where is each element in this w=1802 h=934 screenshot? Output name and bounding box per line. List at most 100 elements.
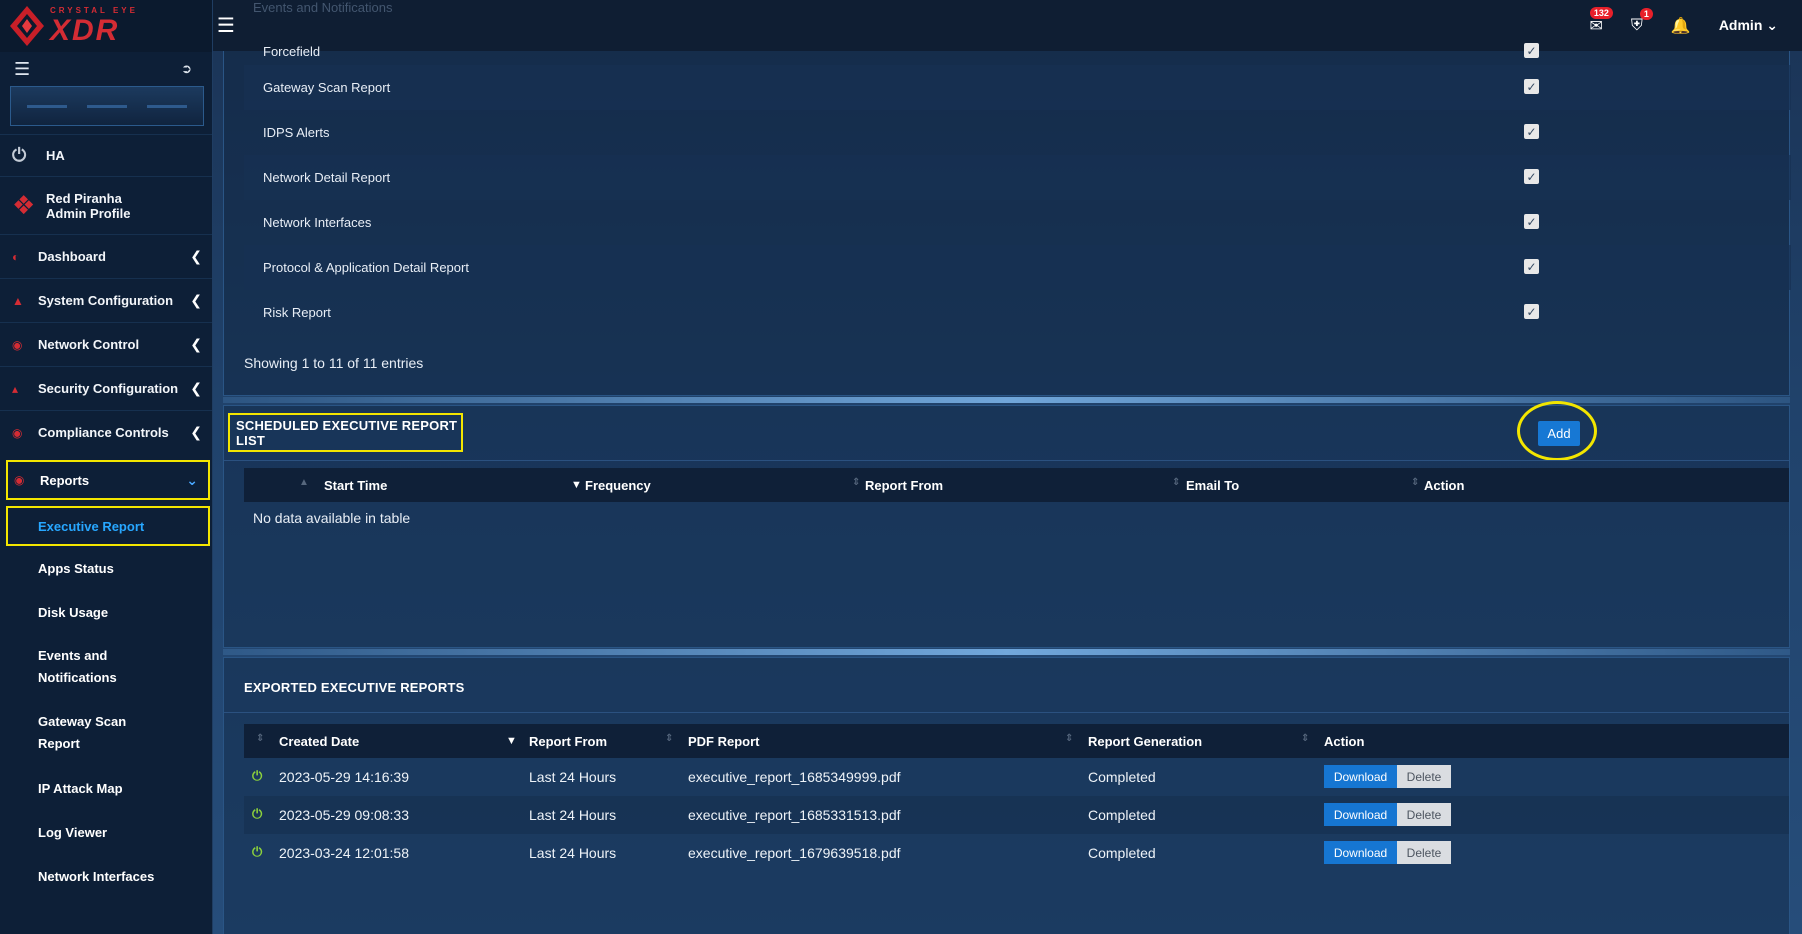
report-type-row: Gateway Scan Report ✓: [244, 65, 1791, 110]
sidebar-item-label: Compliance Controls: [38, 425, 169, 440]
created-date: 2023-03-24 12:01:58: [279, 845, 409, 861]
report-type-label: IDPS Alerts: [263, 125, 330, 140]
chevron-down-icon: ⌄: [186, 471, 198, 488]
sidebar-item-profile[interactable]: ❖ Red Piranha Admin Profile: [0, 176, 212, 234]
panel-divider: [224, 712, 1789, 713]
reports-icon: ◉: [14, 473, 25, 487]
sidebar-item-dashboard[interactable]: ◐ Dashboard ❮: [0, 234, 212, 278]
logout-icon[interactable]: ➲: [181, 61, 192, 77]
sort-icon[interactable]: ⇕: [256, 733, 264, 744]
report-type-label: Gateway Scan Report: [263, 80, 391, 95]
compliance-icon: ◉: [12, 425, 23, 440]
sort-icon[interactable]: ⇕: [1411, 477, 1419, 488]
report-generation: Completed: [1088, 769, 1156, 785]
column-header[interactable]: PDF Report: [688, 734, 760, 749]
report-type-checkbox[interactable]: ✓: [1524, 79, 1539, 94]
sidebar-item-security-configuration[interactable]: ▴ Security Configuration ❮: [0, 366, 212, 410]
sidebar-item-ha[interactable]: ⏻ HA: [0, 134, 212, 176]
security-icon: ▴: [12, 381, 19, 396]
delete-button[interactable]: Delete: [1397, 803, 1451, 826]
column-header[interactable]: Report From: [529, 734, 607, 749]
sidebar-subitem-label: Log Viewer: [38, 824, 108, 840]
report-type-label: Network Interfaces: [263, 215, 372, 230]
sidebar-subitem-log-viewer[interactable]: Log Viewer: [0, 810, 212, 854]
delete-button[interactable]: Delete: [1397, 765, 1451, 788]
sidebar-item-system-configuration[interactable]: ▲ System Configuration ❮: [0, 278, 212, 322]
sidebar-item-label: HA: [46, 148, 65, 163]
profile-role: Admin Profile: [46, 205, 131, 221]
chevron-left-icon: ❮: [190, 380, 202, 396]
sidebar-item-reports[interactable]: ◉ Reports ⌄: [6, 460, 210, 500]
exported-reports-panel: EXPORTED EXECUTIVE REPORTS ⇕ Created Dat…: [223, 657, 1790, 934]
report-from: Last 24 Hours: [529, 807, 617, 823]
column-header[interactable]: Frequency: [585, 478, 651, 493]
delete-button[interactable]: Delete: [1397, 841, 1451, 864]
table-row: ⏻ 2023-05-29 09:08:33 Last 24 Hours exec…: [244, 796, 1789, 834]
sidebar-subitem-ip-attack-map[interactable]: IP Attack Map: [0, 766, 212, 810]
pdf-report: executive_report_1685349999.pdf: [688, 769, 901, 785]
report-type-checkbox[interactable]: ✓: [1524, 259, 1539, 274]
sort-icon[interactable]: ▲︎: [299, 477, 309, 488]
sort-icon[interactable]: ⇕: [1065, 733, 1073, 744]
sort-icon[interactable]: ⇕: [852, 477, 860, 488]
panel-header: SCHEDULED EXECUTIVE REPORT LIST: [228, 413, 463, 452]
report-type-checkbox[interactable]: ✓: [1524, 214, 1539, 229]
panel-title: SCHEDULED EXECUTIVE REPORT LIST: [236, 417, 458, 448]
report-type-checkbox[interactable]: ✓: [1524, 169, 1539, 184]
sidebar-subitem-events-notifications[interactable]: Events and Notifications: [0, 634, 212, 700]
dashboard-thumbnail[interactable]: [10, 86, 204, 126]
status-power-icon: ⏻: [252, 806, 263, 821]
menu-icon[interactable]: ☰: [14, 59, 30, 80]
report-type-checkbox[interactable]: ✓: [1524, 124, 1539, 139]
column-header[interactable]: Action: [1324, 734, 1364, 749]
sidebar-item-network-control[interactable]: ◉ Network Control ❮: [0, 322, 212, 366]
sort-icon[interactable]: ⇕: [1172, 477, 1180, 488]
sort-icon[interactable]: ⇕: [1301, 733, 1309, 744]
table-header: ▲︎ Start Time ▼ Frequency ⇕ Report From …: [244, 468, 1789, 502]
sidebar-subitem-disk-usage[interactable]: Disk Usage: [0, 590, 212, 634]
sidebar-subitem-label: Disk Usage: [38, 604, 109, 620]
sort-desc-icon[interactable]: ▼: [571, 479, 582, 491]
report-type-label: Network Detail Report: [263, 170, 391, 185]
column-header[interactable]: Report Generation: [1088, 734, 1202, 749]
scrolled-row-label: Events and Notifications: [253, 0, 393, 15]
panel-title: EXPORTED EXECUTIVE REPORTS: [244, 680, 465, 695]
sidebar-item-label: Security Configuration: [38, 381, 179, 396]
report-type-checkbox[interactable]: ✓: [1524, 43, 1539, 58]
profile-name: Red Piranha: [46, 190, 122, 206]
report-type-label: Forcefield: [263, 44, 321, 59]
sort-desc-icon[interactable]: ▼: [506, 735, 517, 747]
sidebar-subitem-executive-report[interactable]: Executive Report: [6, 506, 210, 546]
status-power-icon: ⏻: [252, 768, 263, 783]
column-header[interactable]: Start Time: [324, 478, 387, 493]
sidebar-subitem-label: Executive Report: [38, 518, 145, 534]
hamburger-icon[interactable]: ☰: [215, 13, 237, 38]
created-date: 2023-05-29 09:08:33: [279, 807, 409, 823]
sidebar-subitem-label: Events and Notifications: [38, 648, 117, 685]
brand-logo[interactable]: CRYSTAL EYE XDR: [0, 0, 212, 52]
pdf-report: executive_report_1679639518.pdf: [688, 845, 901, 861]
table-info: Showing 1 to 11 of 11 entries: [244, 355, 424, 371]
report-type-row: Protocol & Application Detail Report ✓: [244, 245, 1791, 290]
report-type-checkbox[interactable]: ✓: [1524, 304, 1539, 319]
sort-icon[interactable]: ⇕: [665, 733, 673, 744]
sidebar-subitem-apps-status[interactable]: Apps Status: [0, 546, 212, 590]
sidebar-item-compliance-controls[interactable]: ◉ Compliance Controls ❮: [0, 410, 212, 454]
column-header[interactable]: Email To: [1186, 478, 1239, 493]
column-header[interactable]: Created Date: [279, 734, 359, 749]
sidebar-subitem-label: Apps Status: [38, 560, 114, 576]
report-type-row: Risk Report ✓: [244, 290, 1791, 335]
column-header[interactable]: Action: [1424, 478, 1464, 493]
download-button[interactable]: Download: [1324, 765, 1397, 788]
sidebar-subitem-gateway-scan-report[interactable]: Gateway Scan Report: [0, 700, 212, 766]
report-type-row: Network Interfaces ✓: [244, 200, 1791, 245]
report-generation: Completed: [1088, 845, 1156, 861]
sidebar-subitem-network-interfaces[interactable]: Network Interfaces: [0, 854, 212, 898]
add-button[interactable]: Add: [1538, 421, 1580, 446]
report-type-row: Network Detail Report ✓: [244, 155, 1791, 200]
column-header[interactable]: Report From: [865, 478, 943, 493]
pdf-report: executive_report_1685331513.pdf: [688, 807, 901, 823]
download-button[interactable]: Download: [1324, 841, 1397, 864]
download-button[interactable]: Download: [1324, 803, 1397, 826]
created-date: 2023-05-29 14:16:39: [279, 769, 409, 785]
